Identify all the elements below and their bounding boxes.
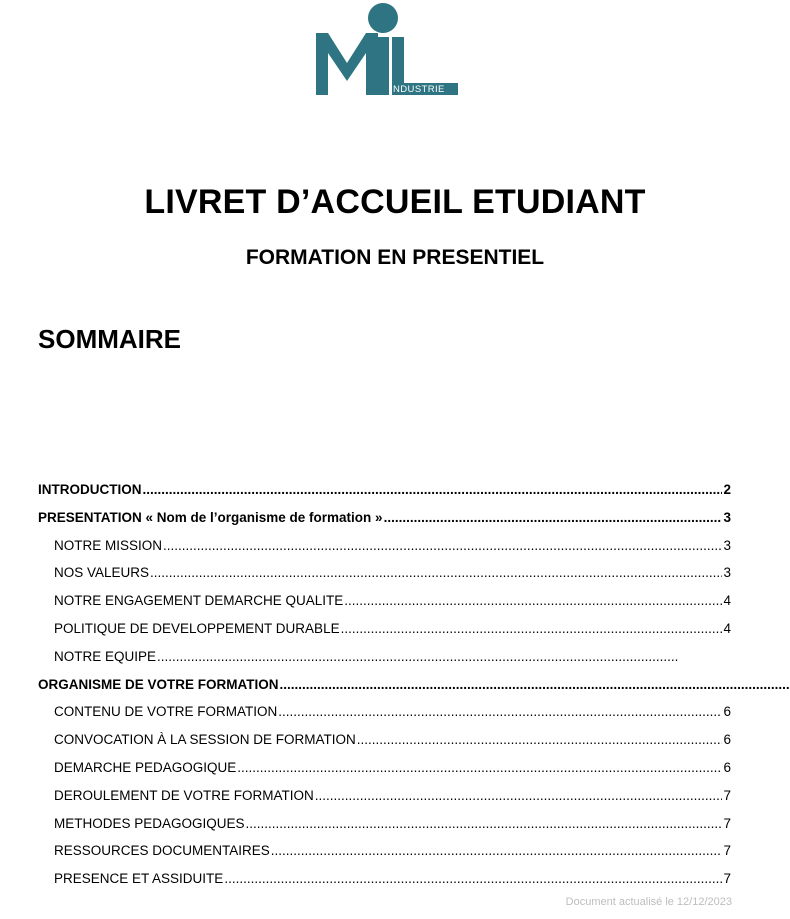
- toc-entry-ressources[interactable]: RESSOURCES DOCUMENTAIRES 7: [38, 837, 731, 865]
- toc-leader-dots: [341, 615, 722, 643]
- toc-leader-dots: [157, 643, 678, 671]
- toc-page-number: 7: [723, 815, 731, 831]
- toc-page-number: 4: [723, 620, 731, 636]
- toc-page-number: 2: [723, 482, 731, 497]
- toc-page-number: 6: [723, 759, 731, 775]
- toc-page-number: 6: [723, 732, 731, 748]
- toc-entry-notre-mission[interactable]: NOTRE MISSION 3: [38, 532, 731, 560]
- toc-heading: SOMMAIRE: [38, 324, 181, 354]
- toc-leader-dots: [163, 532, 722, 560]
- toc-leader-dots: [237, 754, 722, 782]
- document-subtitle: FORMATION EN PRESENTIEL: [245, 246, 545, 269]
- toc-label: DEMARCHE PEDAGOGIQUE: [54, 759, 237, 775]
- toc-leader-dots: [344, 587, 722, 615]
- toc-entry-convocation[interactable]: CONVOCATION À LA SESSION DE FORMATION 6: [38, 726, 731, 754]
- mil-logo-mark: INDUSTRIE: [316, 3, 458, 95]
- company-logo: INDUSTRIE: [314, 3, 459, 99]
- toc-label: ORGANISME DE VOTRE FORMATION: [38, 676, 279, 692]
- toc-leader-dots: [246, 810, 722, 838]
- document-update-note: Document actualisé le 12/12/2023: [565, 896, 732, 908]
- table-of-contents: INTRODUCTION 2 PRESENTATION « Nom de l’o…: [38, 476, 731, 893]
- toc-label: NOTRE EQUIPE: [54, 648, 157, 664]
- toc-page-number: 3: [723, 509, 731, 525]
- toc-label: DEROULEMENT DE VOTRE FORMATION: [54, 787, 314, 803]
- toc-label: PRESENTATION « Nom de l’organisme de for…: [38, 509, 383, 525]
- toc-page-number: 3: [723, 565, 731, 581]
- toc-leader-dots: [271, 837, 722, 865]
- toc-page-number: 7: [723, 871, 731, 887]
- toc-entry-deroulement[interactable]: DEROULEMENT DE VOTRE FORMATION 7: [38, 782, 731, 810]
- toc-entry-presentation[interactable]: PRESENTATION « Nom de l’organisme de for…: [38, 504, 731, 532]
- logo-letter-m: [316, 33, 378, 95]
- toc-page-number: 7: [723, 787, 731, 803]
- toc-leader-dots: [278, 698, 722, 726]
- toc-page-number: 7: [723, 843, 731, 859]
- toc-label: METHODES PEDAGOGIQUES: [54, 815, 245, 831]
- toc-label: PRESENCE ET ASSIDUITE: [54, 871, 224, 887]
- logo-subtext: INDUSTRIE: [390, 84, 445, 95]
- toc-page-number: 3: [723, 537, 731, 553]
- toc-entry-demarche-qualite[interactable]: NOTRE ENGAGEMENT DEMARCHE QUALITE 4: [38, 587, 731, 615]
- toc-leader-dots: [315, 782, 722, 810]
- toc-entry-introduction[interactable]: INTRODUCTION 2: [38, 476, 731, 504]
- toc-label: NOS VALEURS: [54, 565, 150, 581]
- toc-page-number: 4: [723, 593, 731, 609]
- toc-entry-nos-valeurs[interactable]: NOS VALEURS 3: [38, 559, 731, 587]
- toc-leader-dots: [280, 671, 790, 699]
- toc-page-number: 6: [723, 704, 731, 720]
- toc-label: NOTRE MISSION: [54, 537, 163, 553]
- toc-leader-dots: [357, 726, 722, 754]
- toc-entry-notre-equipe[interactable]: NOTRE EQUIPE: [38, 643, 731, 671]
- toc-label: INTRODUCTION: [38, 482, 142, 497]
- toc-entry-demarche-pedagogique[interactable]: DEMARCHE PEDAGOGIQUE 6: [38, 754, 731, 782]
- toc-label: CONTENU DE VOTRE FORMATION: [54, 704, 278, 720]
- toc-leader-dots: [224, 865, 722, 893]
- toc-label: NOTRE ENGAGEMENT DEMARCHE QUALITE: [54, 593, 344, 609]
- logo-dot: [368, 3, 398, 33]
- toc-entry-presence[interactable]: PRESENCE ET ASSIDUITE 7: [38, 865, 731, 893]
- document-title: LIVRET D’ACCUEIL ETUDIANT: [144, 183, 646, 221]
- toc-label: RESSOURCES DOCUMENTAIRES: [54, 843, 270, 859]
- toc-label: CONVOCATION À LA SESSION DE FORMATION: [54, 732, 356, 748]
- toc-entry-organisme[interactable]: ORGANISME DE VOTRE FORMATION: [38, 671, 731, 699]
- toc-leader-dots: [143, 476, 723, 504]
- logo-letter-i: [377, 37, 389, 95]
- toc-entry-developpement-durable[interactable]: POLITIQUE DE DEVELOPPEMENT DURABLE 4: [38, 615, 731, 643]
- toc-entry-methodes[interactable]: METHODES PEDAGOGIQUES 7: [38, 810, 731, 838]
- toc-label: POLITIQUE DE DEVELOPPEMENT DURABLE: [54, 620, 340, 636]
- toc-entry-contenu[interactable]: CONTENU DE VOTRE FORMATION 6: [38, 698, 731, 726]
- toc-leader-dots: [150, 559, 722, 587]
- toc-leader-dots: [384, 504, 722, 532]
